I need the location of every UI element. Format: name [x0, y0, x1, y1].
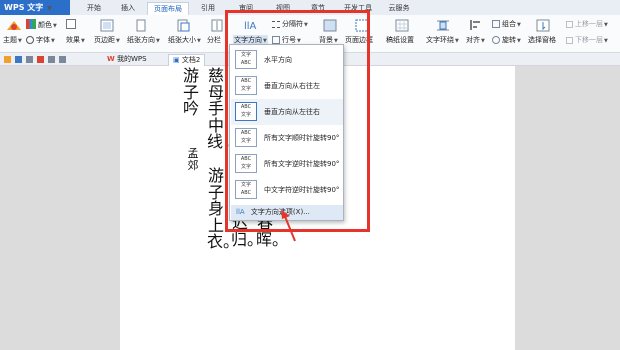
chevron-down-icon: ▼: [47, 5, 52, 12]
poem-line-1: 慈母手中线，: [207, 66, 240, 151]
tab-home[interactable]: 开始: [82, 2, 106, 15]
effects-swatch[interactable]: [66, 19, 78, 29]
manuscript-icon: [395, 19, 409, 34]
poem-title: 游子吟: [182, 66, 199, 118]
paper-size-button[interactable]: 纸张大小▼: [168, 35, 201, 45]
bring-forward-button[interactable]: 上移一层▼: [566, 19, 608, 29]
rotate-icon: [492, 36, 500, 44]
orientation-icon: [134, 19, 148, 34]
tab-cloud[interactable]: 云服务: [384, 2, 414, 15]
send-backward-icon: [566, 37, 573, 44]
doc-tab-document2[interactable]: ▣ 文档2: [168, 54, 206, 66]
highlight-box: [225, 10, 370, 232]
tab-insert[interactable]: 插入: [116, 2, 140, 15]
align-button[interactable]: 对齐▼: [466, 35, 485, 45]
tab-page-layout[interactable]: 页面布局: [147, 2, 189, 15]
manuscript-button[interactable]: 稿纸设置: [386, 35, 414, 45]
poem-author: 孟郊: [187, 147, 199, 172]
palette-icon: [26, 19, 36, 29]
poem-line-2: 游子身上衣。: [207, 166, 240, 251]
fonts-button[interactable]: 字体▼: [26, 35, 55, 45]
margins-button[interactable]: 页边距▼: [94, 35, 120, 45]
app-name: WPS 文字: [4, 3, 44, 12]
align-icon: [470, 19, 482, 33]
colors-button[interactable]: 颜色▼: [26, 19, 57, 30]
send-backward-button[interactable]: 下移一层▼: [566, 35, 608, 45]
combine-button[interactable]: 组合▼: [492, 19, 521, 29]
quick-access-icons: [4, 56, 74, 64]
orientation-button[interactable]: 纸张方向▼: [127, 35, 160, 45]
text-wrap-icon: [436, 19, 450, 34]
paper-size-icon: [176, 19, 190, 34]
annotation-arrow-icon: [281, 210, 296, 242]
select-pane-button[interactable]: 选择窗格: [528, 35, 556, 45]
select-pane-icon: [536, 19, 550, 34]
theme-icon: [6, 19, 22, 33]
font-icon: [26, 36, 34, 44]
doc-tab-my-wps[interactable]: W 我的WPS: [103, 54, 151, 66]
tab-reference[interactable]: 引用: [196, 2, 220, 15]
rotate-button[interactable]: 旋转▼: [492, 35, 521, 45]
bring-forward-icon: [566, 21, 573, 28]
theme-button[interactable]: 主题▼: [3, 35, 22, 45]
effects-button[interactable]: 效果▼: [66, 35, 85, 45]
document-icon: ▣: [173, 56, 180, 64]
wps-logo-icon: W: [107, 55, 115, 63]
columns-button[interactable]: 分栏: [207, 35, 221, 45]
text-wrap-button[interactable]: 文字环绕▼: [426, 35, 459, 45]
effects-icon: [66, 19, 76, 29]
app-menu-button[interactable]: WPS 文字 ▼: [0, 0, 70, 15]
columns-icon: [211, 19, 223, 34]
margins-icon: [100, 19, 114, 34]
group-icon: [492, 20, 500, 28]
